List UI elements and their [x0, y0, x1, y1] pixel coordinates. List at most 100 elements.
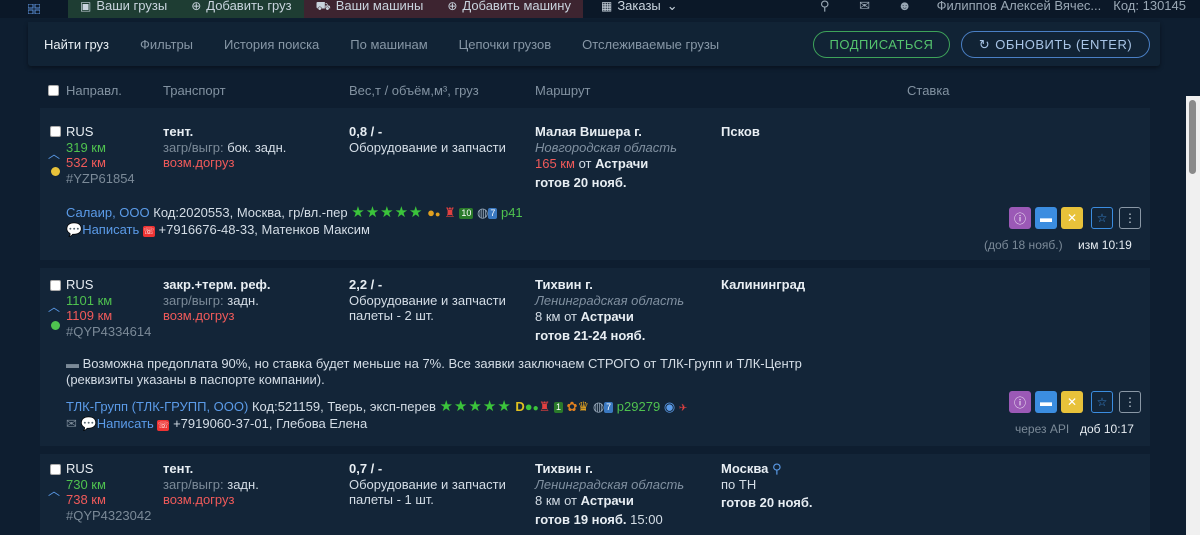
top-navigation: ▣ Ваши грузы ⊕ Добавить груз ⛟ Ваши машины … [0, 0, 1200, 18]
distance-from-km: 8 км [535, 309, 561, 324]
chevron-up-icon[interactable]: ︿ [48, 145, 60, 162]
chat-icon: 💬 [80, 416, 97, 431]
from-city[interactable]: Тихвин г. [535, 461, 593, 476]
subscribe-button[interactable]: ПОДПИСАТЬСЯ [813, 31, 950, 58]
status-dot [51, 318, 60, 333]
from-region: Ленинградская область [535, 477, 685, 492]
cargo-card[interactable]: RUS ︿ 730 км 738 км #QYP4323042 тент. за… [40, 454, 1150, 535]
col-weight[interactable]: Вес,т / объём,м³, груз [349, 83, 479, 98]
search-tabs-bar: Найти груз Фильтры История поиска По маш… [28, 22, 1160, 66]
more-menu-button[interactable]: ⋮ [1119, 391, 1141, 413]
cargo-card[interactable]: RUS ︿ 1101 км 1109 км #QYP4334614 закр.+… [40, 268, 1150, 446]
row-checkbox[interactable] [50, 125, 61, 140]
company-rating[interactable]: р41 [501, 205, 523, 220]
contact-phone[interactable]: +7916676-48-33, Матенков Максим [159, 222, 370, 237]
row-checkbox[interactable] [50, 463, 61, 478]
nav-your-trucks[interactable]: ⛟ Ваши машины [303, 0, 436, 18]
row-checkbox[interactable] [50, 279, 61, 294]
hide-button[interactable]: ✕ [1061, 391, 1083, 413]
distance-total: 319 км [66, 140, 106, 155]
cargo-packaging: палеты - 1 шт. [349, 492, 434, 507]
mail-icon[interactable]: ✉ [66, 416, 77, 431]
col-route[interactable]: Маршрут [535, 83, 590, 98]
message-button[interactable]: ▬ [1035, 207, 1057, 229]
award-icons: ●● ♜ [427, 205, 456, 220]
people-icon[interactable]: ☻ [885, 0, 925, 12]
chevron-up-icon[interactable]: ︿ [48, 298, 60, 315]
contact-phone[interactable]: +7919060-37-01, Глебова Елена [173, 416, 367, 431]
cargo-name: Оборудование и запчасти [349, 140, 506, 155]
chat-icon[interactable]: ✉ [845, 0, 885, 12]
load-label: загр/выгр: [163, 140, 224, 155]
note-text-line2: (реквизиты указаны в паспорте компании). [66, 372, 325, 387]
box-icon: ▣ [80, 0, 92, 13]
to-city[interactable]: Москва [721, 461, 768, 476]
load-value: задн. [227, 477, 259, 492]
select-all-checkbox[interactable] [48, 84, 59, 99]
favorite-star-button[interactable]: ☆ [1091, 207, 1113, 229]
from-city[interactable]: Тихвин г. [535, 277, 593, 292]
from-city[interactable]: Малая Вишера г. [535, 124, 642, 139]
col-transport[interactable]: Транспорт [163, 83, 226, 98]
company-info: Код:521159, Тверь, эксп-перев [251, 399, 436, 414]
page-scrollbar[interactable] [1186, 96, 1200, 535]
tab-tracked-cargo[interactable]: Отслеживаемые грузы [582, 37, 719, 52]
distance-from-city: Астрачи [580, 309, 634, 324]
apps-grid-icon[interactable] [0, 0, 68, 18]
user-code: Код: 130145 [1113, 0, 1186, 13]
badge-b: 7 [488, 208, 498, 220]
load-label: загр/выгр: [163, 293, 224, 308]
col-rate[interactable]: Ставка [907, 83, 950, 98]
to-city[interactable]: Калининград [721, 277, 805, 292]
tab-filters[interactable]: Фильтры [140, 37, 193, 52]
info-button[interactable]: ⓘ [1009, 391, 1031, 413]
to-ready-date: готов 20 нояб. [721, 495, 813, 510]
cargo-id[interactable]: #YZP61854 [66, 171, 135, 186]
cargo-card[interactable]: RUS ︿ 319 км 532 км #YZP61854 тент. загр… [40, 108, 1150, 260]
nav-your-cargo[interactable]: ▣ Ваши грузы [68, 0, 180, 18]
company-rating[interactable]: р29279 [617, 399, 660, 414]
plus-circle-icon: ⊕ [191, 0, 202, 13]
refresh-button[interactable]: ↻ ОБНОВИТЬ (ENTER) [961, 31, 1150, 58]
favorite-star-button[interactable]: ☆ [1091, 391, 1113, 413]
badge-a: 10 [459, 208, 474, 220]
more-menu-button[interactable]: ⋮ [1119, 207, 1141, 229]
hide-button[interactable]: ✕ [1061, 207, 1083, 229]
ready-date: готов 20 нояб. [535, 175, 627, 190]
extra-load: возм.догруз [163, 492, 235, 507]
ready-date: готов 19 нояб. [535, 512, 627, 527]
chevron-down-icon: ⌄ [666, 0, 678, 13]
award-icons: D●●♜ [515, 399, 551, 414]
cargo-id[interactable]: #QYP4323042 [66, 508, 151, 523]
globe-icon: ◍ [476, 205, 489, 220]
message-button[interactable]: ▬ [1035, 391, 1057, 413]
cargo-id[interactable]: #QYP4334614 [66, 324, 151, 339]
nav-add-truck[interactable]: ⊕ Добавить машину [435, 0, 583, 18]
transport-type: тент. [163, 461, 194, 476]
scrollbar-thumb[interactable] [1189, 100, 1196, 174]
distance-full: 1109 км [66, 308, 113, 323]
chevron-up-icon[interactable]: ︿ [48, 482, 60, 499]
tab-search-history[interactable]: История поиска [224, 37, 319, 52]
tab-find-cargo[interactable]: Найти груз [44, 37, 109, 52]
added-date: (доб 18 нояб.) [984, 238, 1063, 252]
tab-by-trucks[interactable]: По машинам [350, 37, 427, 52]
extra-load: возм.догруз [163, 308, 235, 323]
col-direction[interactable]: Направл. [66, 83, 122, 98]
company-name[interactable]: Салаир, ООО [66, 205, 150, 220]
info-button[interactable]: ⓘ [1009, 207, 1031, 229]
load-label: загр/выгр: [163, 477, 224, 492]
app-root: ▣ Ваши грузы ⊕ Добавить груз ⛟ Ваши машины … [0, 0, 1200, 535]
from-region: Новгородская область [535, 140, 677, 155]
company-name[interactable]: ТЛК-Групп (ТЛК-ГРУПП, ООО) [66, 399, 248, 414]
user-name[interactable]: Филиппов Алексей Вячес... [925, 0, 1114, 12]
search-user-icon[interactable]: ⚲ [805, 0, 845, 12]
nav-orders[interactable]: ▦ Заказы ⌄ [589, 0, 690, 18]
rating-stars-icon: ★★★★★ [351, 204, 424, 221]
tab-cargo-chains[interactable]: Цепочки грузов [459, 37, 551, 52]
write-link[interactable]: Написать [97, 416, 154, 431]
badge-a: 1 [553, 402, 563, 414]
to-city[interactable]: Псков [721, 124, 760, 139]
write-link[interactable]: Написать [82, 222, 139, 237]
nav-add-cargo[interactable]: ⊕ Добавить груз [179, 0, 304, 18]
